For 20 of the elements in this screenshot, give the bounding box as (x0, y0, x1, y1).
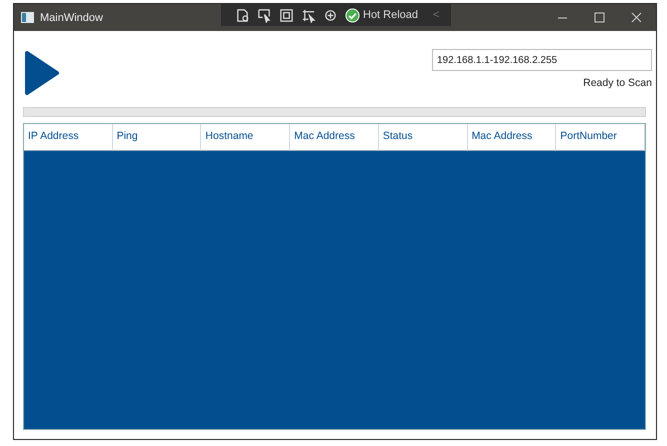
check-icon (345, 8, 360, 22)
close-icon[interactable] (631, 12, 642, 23)
column-header[interactable]: Hostname (201, 124, 290, 151)
column-header[interactable]: Mac Address (468, 124, 556, 151)
frame-icon[interactable] (279, 8, 294, 22)
play-icon[interactable] (23, 51, 59, 95)
maximize-icon[interactable] (594, 12, 605, 23)
document-icon[interactable] (235, 8, 250, 22)
selection-icon[interactable] (301, 8, 316, 22)
status-label: Ready to Scan (583, 77, 652, 89)
column-header[interactable]: Ping (112, 124, 202, 151)
window-icon (21, 12, 34, 23)
window-title: MainWindow (40, 12, 103, 24)
column-header[interactable]: Status (378, 124, 468, 151)
pointer-icon[interactable] (257, 8, 272, 22)
column-header[interactable]: IP Address (24, 124, 113, 151)
ip-range-field[interactable]: 192.168.1.1-192.168.2.255 (432, 49, 652, 71)
hot-reload-label[interactable]: Hot Reload (363, 9, 418, 21)
column-header[interactable]: Mac Address (290, 124, 379, 151)
column-header[interactable]: PortNumber (556, 124, 645, 151)
